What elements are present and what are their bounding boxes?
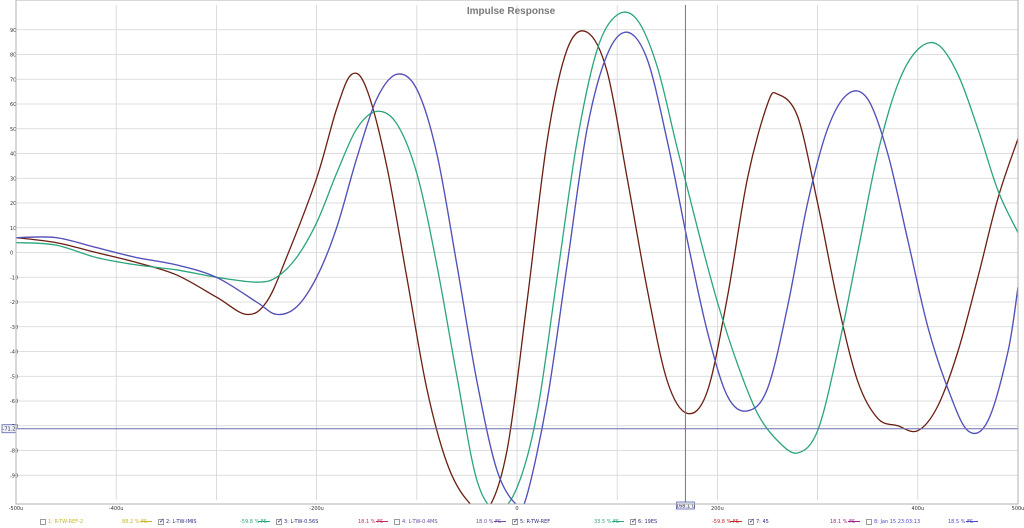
legend-name: 1: R-TW-REF-2 bbox=[48, 518, 84, 525]
x-tick-label: 500u bbox=[1012, 506, 1024, 512]
x-tick-label: -400u bbox=[109, 506, 124, 512]
legend-swatch bbox=[848, 521, 860, 522]
legend-checkbox[interactable] bbox=[866, 518, 872, 525]
cursor-y-readout: -71.2 bbox=[3, 427, 16, 433]
y-tick-labels: 9080706050403020100-10-20-30-40-50-60-70… bbox=[10, 28, 18, 480]
legend-name: 6: 19ES bbox=[638, 518, 658, 525]
legend-item[interactable]: 6: 19ES-59.8 % FS bbox=[630, 516, 739, 527]
x-tick-label: 0 bbox=[515, 506, 518, 512]
legend-checkbox[interactable] bbox=[394, 518, 400, 525]
y-tick-label: -10 bbox=[10, 275, 18, 281]
legend-checkbox[interactable] bbox=[40, 518, 46, 525]
legend-checkbox[interactable] bbox=[630, 517, 637, 525]
legend-name: 5: R-TW-REF bbox=[520, 518, 551, 525]
x-tick-label: -200u bbox=[309, 506, 324, 512]
legend-item[interactable]: 7: 4518.1 % FS bbox=[748, 516, 855, 527]
y-tick-label: 70 bbox=[10, 77, 16, 83]
y-tick-label: 20 bbox=[10, 201, 16, 207]
y-tick-label: 10 bbox=[10, 226, 16, 232]
y-tick-label: 30 bbox=[10, 176, 16, 182]
y-tick-label: -20 bbox=[10, 300, 18, 306]
legend-bar: 1: R-TW-REF-288.2 % FS 2: L-TW-IMIS-59.8 … bbox=[40, 516, 1024, 527]
legend-name: 8: Jan 15 23:03:13 bbox=[874, 518, 921, 525]
legend-name: 3: L-TW-0.56S bbox=[284, 518, 319, 525]
legend-swatch bbox=[258, 521, 270, 522]
legend-name: 7: 45 bbox=[756, 518, 769, 525]
y-tick-label: -30 bbox=[10, 325, 18, 331]
grid-layer bbox=[15, 5, 1019, 500]
x-tick-label: 400u bbox=[911, 506, 924, 512]
legend-item[interactable]: 5: R-TW-REF33.5 % FS bbox=[512, 516, 619, 527]
legend-swatch bbox=[140, 521, 152, 522]
y-tick-label: -40 bbox=[10, 350, 18, 356]
legend-checkbox[interactable] bbox=[748, 517, 755, 525]
y-tick-label: 0 bbox=[10, 251, 13, 257]
chart-title: Impulse Response bbox=[467, 6, 556, 17]
legend-name: 2: L-TW-IMIS bbox=[166, 518, 197, 525]
legend-swatch bbox=[612, 521, 624, 522]
x-tick-labels: -500u -400u -200u 0 200u 400u 500u bbox=[9, 506, 1024, 512]
impulse-response-chart: 9080706050403020100-10-20-30-40-50-60-70… bbox=[1, 0, 1024, 512]
y-tick-label: -50 bbox=[10, 374, 18, 380]
y-tick-label: -80 bbox=[10, 449, 18, 455]
x-tick-label: 200u bbox=[711, 506, 724, 512]
y-tick-label: 80 bbox=[10, 53, 16, 59]
legend-swatch bbox=[730, 521, 742, 522]
y-tick-label: 90 bbox=[10, 28, 16, 34]
legend-swatch bbox=[494, 521, 506, 522]
y-tick-label: -60 bbox=[10, 399, 18, 405]
legend-item[interactable]: 1: R-TW-REF-2 88.2 % FS bbox=[40, 516, 147, 527]
legend-name: 4: L-TW-0.4MS bbox=[402, 518, 438, 525]
legend-item[interactable]: 4: L-TW-0.4MS 18.0 % FS bbox=[394, 516, 501, 527]
y-tick-label: 50 bbox=[10, 127, 16, 133]
y-tick-label: -90 bbox=[10, 473, 18, 479]
legend-swatch bbox=[966, 521, 978, 522]
legend-swatch bbox=[376, 521, 388, 522]
legend-item[interactable]: 3: L-TW-0.56S18.1 % FS bbox=[276, 516, 383, 527]
legend-item[interactable]: 8: Jan 15 23:03:13 18.5 % FS bbox=[866, 516, 973, 527]
legend-checkbox[interactable] bbox=[512, 517, 519, 525]
y-tick-label: 60 bbox=[10, 102, 16, 108]
y-tick-label: 40 bbox=[10, 152, 16, 158]
legend-checkbox[interactable] bbox=[158, 517, 165, 525]
x-tick-label: -500u bbox=[9, 506, 24, 512]
legend-item[interactable]: 2: L-TW-IMIS-59.8 % FS bbox=[158, 516, 267, 527]
legend-checkbox[interactable] bbox=[276, 517, 283, 525]
